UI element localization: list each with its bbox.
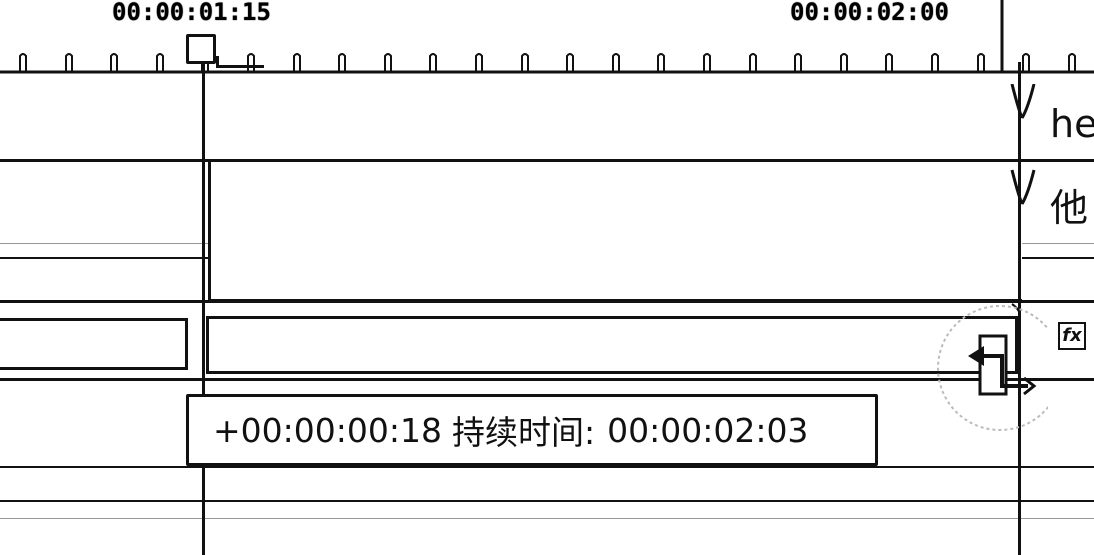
tooltip-duration-value: 00:00:02:03 bbox=[607, 410, 809, 450]
trim-cursor-icon bbox=[937, 305, 1048, 431]
ruler-tick bbox=[429, 53, 437, 72]
ruler-tick bbox=[338, 53, 346, 72]
ruler-tick bbox=[293, 53, 301, 72]
ruler-tick bbox=[657, 53, 665, 72]
subtitle-clip[interactable] bbox=[208, 162, 1022, 302]
ruler-tick bbox=[977, 53, 985, 72]
ruler-tick bbox=[885, 53, 893, 72]
tooltip-duration-label: 持续时间: bbox=[451, 413, 596, 452]
clip-edge-markers bbox=[1010, 84, 1036, 314]
ruler-tick bbox=[840, 53, 848, 72]
ruler-tick bbox=[1068, 53, 1076, 72]
video-clip[interactable] bbox=[206, 316, 1018, 374]
ruler-tick bbox=[475, 53, 483, 72]
track-divider bbox=[0, 500, 1094, 502]
fx-icon[interactable]: fx bbox=[1058, 322, 1086, 350]
ruler-tick bbox=[65, 53, 73, 72]
track-divider bbox=[0, 466, 1094, 468]
trim-tooltip: +00:00:00:18 持续时间: 00:00:02:03 bbox=[186, 394, 878, 466]
ruler-tick bbox=[703, 53, 711, 72]
video-clip-prev[interactable] bbox=[0, 318, 188, 370]
playhead-line[interactable] bbox=[202, 62, 205, 555]
timeline-ruler[interactable]: 00:00:01:15 00:00:02:00 bbox=[0, 0, 1094, 78]
ruler-tick bbox=[19, 53, 27, 72]
clip-label-1: he bbox=[1050, 102, 1094, 146]
playhead-marker bbox=[216, 56, 264, 68]
ruler-tick bbox=[110, 53, 118, 72]
ruler-tick bbox=[612, 53, 620, 72]
ruler-tick bbox=[931, 53, 939, 72]
playhead-handle[interactable] bbox=[186, 34, 216, 64]
ruler-tick bbox=[1022, 53, 1030, 72]
ruler-tick bbox=[566, 53, 574, 72]
ruler-tick bbox=[156, 53, 164, 72]
ruler-tick bbox=[794, 53, 802, 72]
clip-label-2: 他 bbox=[1050, 186, 1089, 230]
ruler-tick bbox=[384, 53, 392, 72]
ruler-tick bbox=[521, 53, 529, 72]
ruler-ticks bbox=[0, 0, 1094, 74]
ruler-tick bbox=[749, 53, 757, 72]
track-divider bbox=[0, 518, 1094, 519]
tooltip-offset: +00:00:00:18 bbox=[213, 410, 442, 450]
